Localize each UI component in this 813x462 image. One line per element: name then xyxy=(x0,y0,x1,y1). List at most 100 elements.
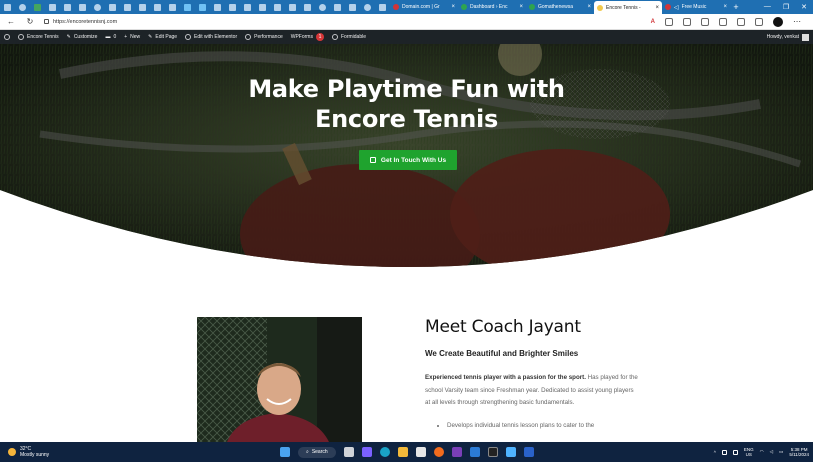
tab-favicon[interactable] xyxy=(240,1,255,13)
tab-favicon[interactable] xyxy=(195,1,210,13)
tab-favicon[interactable] xyxy=(285,1,300,13)
close-icon[interactable]: × xyxy=(655,5,659,11)
notification-badge: 1 xyxy=(315,33,324,41)
tab-favicon[interactable] xyxy=(150,1,165,13)
vscode-icon[interactable] xyxy=(470,447,480,457)
downloads-icon[interactable] xyxy=(737,17,745,26)
tab-favicon[interactable] xyxy=(105,1,120,13)
tab-favicon[interactable] xyxy=(360,1,375,13)
wordpress-logo-icon[interactable] xyxy=(4,34,10,40)
tab-favicon[interactable] xyxy=(330,1,345,13)
terminal-icon[interactable] xyxy=(488,447,498,457)
tab-gomathenewsa[interactable]: Gomathenewsa × xyxy=(526,1,594,13)
minimize-icon[interactable]: — xyxy=(764,3,771,11)
get-in-touch-button[interactable]: Get In Touch With Us xyxy=(359,150,457,170)
close-icon[interactable]: × xyxy=(451,4,455,10)
close-window-icon[interactable]: ✕ xyxy=(801,3,807,11)
tab-favicon[interactable] xyxy=(165,1,180,13)
back-icon[interactable]: ← xyxy=(6,17,16,26)
wp-account-menu[interactable]: Howdy, venkat xyxy=(767,33,809,41)
app-icon[interactable] xyxy=(506,447,516,457)
firefox-icon[interactable] xyxy=(434,447,444,457)
formidable-icon xyxy=(331,34,338,40)
tab-favicon[interactable] xyxy=(60,1,75,13)
about-coach-section: Meet Coach Jayant We Create Beautiful an… xyxy=(425,317,640,432)
chevron-up-icon[interactable]: ^ xyxy=(714,450,716,455)
coach-bio: Experienced tennis player with a passion… xyxy=(425,372,640,410)
tab-favicon[interactable] xyxy=(135,1,150,13)
tab-favicon[interactable] xyxy=(180,1,195,13)
tab-favicon[interactable] xyxy=(315,1,330,13)
close-icon[interactable]: × xyxy=(519,4,523,10)
start-icon[interactable] xyxy=(280,447,290,457)
battery-icon[interactable]: ▭ xyxy=(779,449,783,455)
tab-favicon[interactable] xyxy=(30,1,45,13)
tab-favicon[interactable] xyxy=(15,1,30,13)
split-screen-icon[interactable] xyxy=(701,17,709,26)
coach-bullets: Develops individual tennis lesson plans … xyxy=(425,420,640,432)
app-icon[interactable] xyxy=(524,447,534,457)
taskbar-search[interactable]: ⌕ Search xyxy=(298,446,336,458)
tab-favicon[interactable] xyxy=(75,1,90,13)
task-view-icon[interactable] xyxy=(344,447,354,457)
close-icon[interactable]: × xyxy=(587,4,591,10)
more-icon[interactable]: ⋯ xyxy=(793,17,801,26)
calendar-icon xyxy=(369,157,376,163)
tray-icon[interactable] xyxy=(732,449,738,455)
tab-favicon[interactable] xyxy=(255,1,270,13)
wp-customize[interactable]: ✎ Customize xyxy=(67,34,98,40)
tab-favicon[interactable] xyxy=(45,1,60,13)
system-tray: ^ ENG US ◠ ◁ ▭ 5:38 PM 5/11/2024 xyxy=(714,447,809,458)
close-icon[interactable]: × xyxy=(723,4,727,10)
tab-domain[interactable]: Domain.com | Gr × xyxy=(390,1,458,13)
wp-edit-page[interactable]: ✎ Edit Page xyxy=(148,34,177,40)
tab-favicon[interactable] xyxy=(90,1,105,13)
wp-wpforms[interactable]: WPForms 1 xyxy=(291,33,324,41)
url-field[interactable]: https://encoretennisnj.com xyxy=(44,19,642,25)
tab-favicon[interactable] xyxy=(210,1,225,13)
read-aloud-icon[interactable] xyxy=(665,17,673,26)
wp-formidable[interactable]: Formidable xyxy=(331,34,366,40)
wifi-icon[interactable]: ◠ xyxy=(760,449,764,455)
performance-icon xyxy=(245,34,252,40)
file-explorer-icon[interactable] xyxy=(398,447,408,457)
tab-dashboard[interactable]: Dashboard › Enc × xyxy=(458,1,526,13)
tab-favicon xyxy=(461,4,467,10)
edge-icon[interactable] xyxy=(380,447,390,457)
tab-favicon[interactable] xyxy=(270,1,285,13)
new-tab-button[interactable]: + xyxy=(730,2,742,12)
translate-icon[interactable]: A xyxy=(651,19,655,25)
hero-title-line: Encore Tennis xyxy=(315,105,498,133)
tab-actions-icon[interactable] xyxy=(0,1,15,13)
weather-widget[interactable]: 32°C Mostly sunny xyxy=(0,446,49,458)
tab-favicon[interactable] xyxy=(225,1,240,13)
favorites-icon[interactable] xyxy=(683,17,691,26)
app-icon[interactable] xyxy=(452,447,462,457)
wp-site-name[interactable]: Encore Tennis xyxy=(18,34,59,40)
brush-icon: ✎ xyxy=(66,34,71,40)
profile-avatar[interactable] xyxy=(773,16,783,27)
bio-lead: Experienced tennis player with a passion… xyxy=(425,374,586,381)
coach-portrait-image xyxy=(197,317,362,442)
maximize-icon[interactable]: ❐ xyxy=(783,3,789,11)
tab-favicon[interactable] xyxy=(375,1,390,13)
tray-icon[interactable] xyxy=(721,449,727,455)
wp-performance[interactable]: Performance xyxy=(245,34,283,40)
wp-new[interactable]: + New xyxy=(124,34,140,40)
collections-icon[interactable] xyxy=(719,17,727,26)
tab-label: Encore Tennis - xyxy=(606,4,641,11)
wp-edit-elementor[interactable]: Edit with Elementor xyxy=(185,34,237,40)
chat-icon[interactable] xyxy=(362,447,372,457)
clock[interactable]: 5:38 PM 5/11/2024 xyxy=(789,447,809,458)
volume-icon[interactable]: ◁ xyxy=(770,449,773,455)
tab-favicon[interactable] xyxy=(300,1,315,13)
tab-favicon[interactable] xyxy=(120,1,135,13)
extensions-icon[interactable] xyxy=(755,17,763,26)
tab-favicon[interactable] xyxy=(345,1,360,13)
language-indicator[interactable]: ENG US xyxy=(744,447,754,458)
refresh-icon[interactable]: ↻ xyxy=(25,17,35,26)
tab-free-music[interactable]: ◁ Free Music × xyxy=(662,1,730,13)
store-icon[interactable] xyxy=(416,447,426,457)
tab-encore-tennis[interactable]: Encore Tennis - × xyxy=(594,1,662,14)
wp-comments[interactable]: ▬ 0 xyxy=(105,34,116,40)
